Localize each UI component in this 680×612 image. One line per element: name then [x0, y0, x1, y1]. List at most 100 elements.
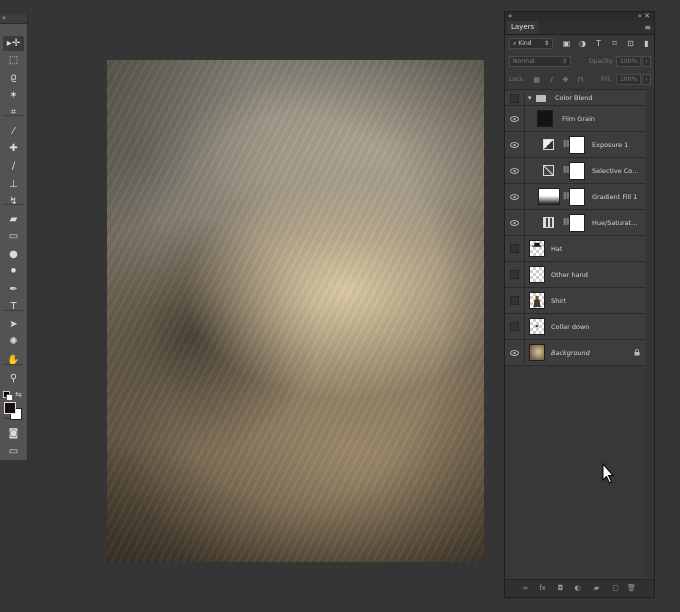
layer-row-film-grain[interactable]: Film Grain [505, 106, 645, 132]
swap-colors-icon[interactable]: ⇆ [15, 390, 22, 399]
layer-name[interactable]: Exposure 1 [592, 132, 628, 158]
gradient-tool-icon[interactable]: ▭ [3, 229, 24, 244]
layer-name[interactable]: Hue/Saturat... [592, 210, 637, 236]
type-filter-icon[interactable]: T [594, 39, 603, 48]
link-layers-icon[interactable]: ∞ [520, 583, 531, 594]
visibility-toggle[interactable] [505, 106, 525, 131]
document-canvas[interactable] [107, 60, 484, 562]
foreground-color-swatch[interactable] [4, 402, 16, 414]
layer-name[interactable]: Background [551, 340, 590, 366]
healing-brush-tool-icon[interactable]: ✚ [3, 141, 24, 156]
layer-row-collar-down[interactable]: Collar down [505, 314, 645, 340]
layer-row-selective-co[interactable]: ⛓ Selective Co... [505, 158, 645, 184]
layer-mask-thumbnail[interactable] [569, 214, 585, 232]
panel-topbar: » « ✕ [505, 12, 654, 21]
layer-name[interactable]: Shirt [551, 288, 566, 314]
link-icon[interactable]: ⛓ [562, 140, 571, 149]
panel-menu-icon[interactable]: ≡ [644, 21, 651, 34]
layer-thumbnail [529, 266, 545, 283]
link-icon[interactable]: ⛓ [562, 192, 571, 201]
layer-row-gradient-fill-1[interactable]: ⛓ Gradient Fill 1 [505, 184, 645, 210]
layer-name[interactable]: Hat [551, 236, 562, 262]
visibility-toggle[interactable] [505, 314, 525, 339]
layer-name[interactable]: Gradient Fill 1 [592, 184, 637, 210]
lock-transparent-icon[interactable]: ▦ [533, 77, 540, 84]
blend-mode-select[interactable]: Normal ⇕ [509, 56, 571, 67]
quick-mask-tool-icon[interactable]: ◙ [3, 426, 24, 441]
new-group-icon[interactable]: ▰ [591, 583, 602, 594]
panel-dock-icon[interactable]: » [508, 12, 512, 21]
default-colors-icon[interactable] [3, 391, 13, 401]
layer-row-other-hand[interactable]: Other hand [505, 262, 645, 288]
add-mask-icon[interactable]: ◘ [555, 583, 566, 594]
panel-collapse-close-icon[interactable]: « ✕ [638, 12, 650, 21]
image-filter-icon[interactable]: ▣ [562, 39, 571, 48]
lock-image-icon[interactable]: ∕ [548, 77, 555, 84]
new-adjustment-icon[interactable]: ◐ [572, 583, 583, 594]
visibility-toggle[interactable] [505, 132, 525, 157]
layer-row-background[interactable]: Background [505, 340, 645, 366]
zoom-tool-icon[interactable]: ⚲ [3, 371, 24, 386]
crop-tool-icon[interactable]: ⌗ [3, 105, 24, 120]
filter-kind-select[interactable]: ⌕ Kind ⇕ [509, 38, 553, 49]
type-tool-icon[interactable]: T [3, 299, 24, 314]
shape-filter-icon[interactable]: ⌑ [610, 39, 619, 48]
blur-tool-icon[interactable]: ● [3, 247, 24, 262]
screen-mode-tool-icon[interactable]: ▭ [3, 444, 24, 459]
eraser-tool-icon[interactable]: ▰ [3, 212, 24, 227]
layer-mask-thumbnail[interactable] [569, 188, 585, 206]
visibility-toggle[interactable] [505, 236, 525, 261]
visibility-toggle[interactable] [505, 288, 525, 313]
layer-row-hue-saturat[interactable]: ⛓ Hue/Saturat... [505, 210, 645, 236]
layer-name[interactable]: Collar down [551, 314, 589, 340]
tab-layers[interactable]: Layers [507, 21, 539, 34]
fill-input[interactable]: 100% [616, 74, 641, 85]
dodge-tool-icon[interactable]: ⚫ [3, 264, 24, 279]
layer-row-color-blend[interactable]: ▾ Color Blend [505, 91, 645, 106]
new-layer-icon[interactable]: ▢ [610, 583, 621, 594]
brush-tool-icon[interactable]: ∕ [3, 159, 24, 174]
layers-scrollbar[interactable] [646, 91, 654, 581]
lock-position-icon[interactable]: ✥ [562, 77, 569, 84]
delete-layer-icon[interactable]: 🗑 [626, 583, 637, 594]
hand-tool-icon[interactable]: ✋ [3, 353, 24, 368]
layer-name[interactable]: Film Grain [562, 106, 595, 132]
lasso-tool-icon[interactable]: ϱ [3, 70, 24, 85]
layer-name[interactable]: Color Blend [555, 91, 593, 106]
visibility-toggle[interactable] [505, 91, 525, 105]
opacity-dropdown-icon[interactable]: › [642, 56, 651, 67]
link-icon[interactable]: ⛓ [562, 218, 571, 227]
visibility-toggle[interactable] [505, 210, 525, 235]
pen-tool-icon[interactable]: ✒ [3, 282, 24, 297]
smart-object-filter-icon[interactable]: ⊡ [626, 39, 635, 48]
visibility-toggle[interactable] [505, 262, 525, 287]
magic-wand-tool-icon[interactable]: ✶ [3, 88, 24, 103]
layer-row-shirt[interactable]: Shirt [505, 288, 645, 314]
layer-row-hat[interactable]: Hat [505, 236, 645, 262]
visibility-toggle[interactable] [505, 184, 525, 209]
visibility-toggle[interactable] [505, 340, 525, 365]
adjustment-filter-icon[interactable]: ◑ [578, 39, 587, 48]
opacity-input[interactable]: 100% [616, 56, 641, 67]
layer-row-exposure-1[interactable]: ⛓ Exposure 1 [505, 132, 645, 158]
eyedropper-tool-icon[interactable]: ⁄ [3, 124, 24, 139]
lock-all-icon[interactable]: ⊓ [577, 77, 584, 84]
history-brush-tool-icon[interactable]: ↯ [3, 194, 24, 209]
add-style-icon[interactable]: fx [537, 583, 548, 594]
path-selection-tool-icon[interactable]: ➤ [3, 317, 24, 332]
move-tool-icon[interactable]: ▸✛ [3, 36, 24, 51]
fill-dropdown-icon[interactable]: › [642, 74, 651, 85]
layer-mask-thumbnail[interactable] [569, 162, 585, 180]
custom-shape-tool-icon[interactable]: ✺ [3, 334, 24, 349]
group-expand-icon[interactable]: ▾ [528, 91, 532, 106]
visibility-toggle[interactable] [505, 158, 525, 183]
clone-stamp-tool-icon[interactable]: ⊥ [3, 177, 24, 192]
marquee-tool-icon[interactable]: ⬚ [3, 53, 24, 68]
layer-mask-thumbnail[interactable] [569, 136, 585, 154]
link-icon[interactable]: ⛓ [562, 166, 571, 175]
filter-row: ⌕ Kind ⇕ ▣ ◑ T ⌑ ⊡ ▮ [505, 35, 654, 53]
layer-name[interactable]: Other hand [551, 262, 588, 288]
layer-name[interactable]: Selective Co... [592, 158, 638, 184]
filter-toggle-icon[interactable]: ▮ [642, 39, 651, 48]
tools-collapse-grip[interactable]: » [0, 14, 27, 24]
